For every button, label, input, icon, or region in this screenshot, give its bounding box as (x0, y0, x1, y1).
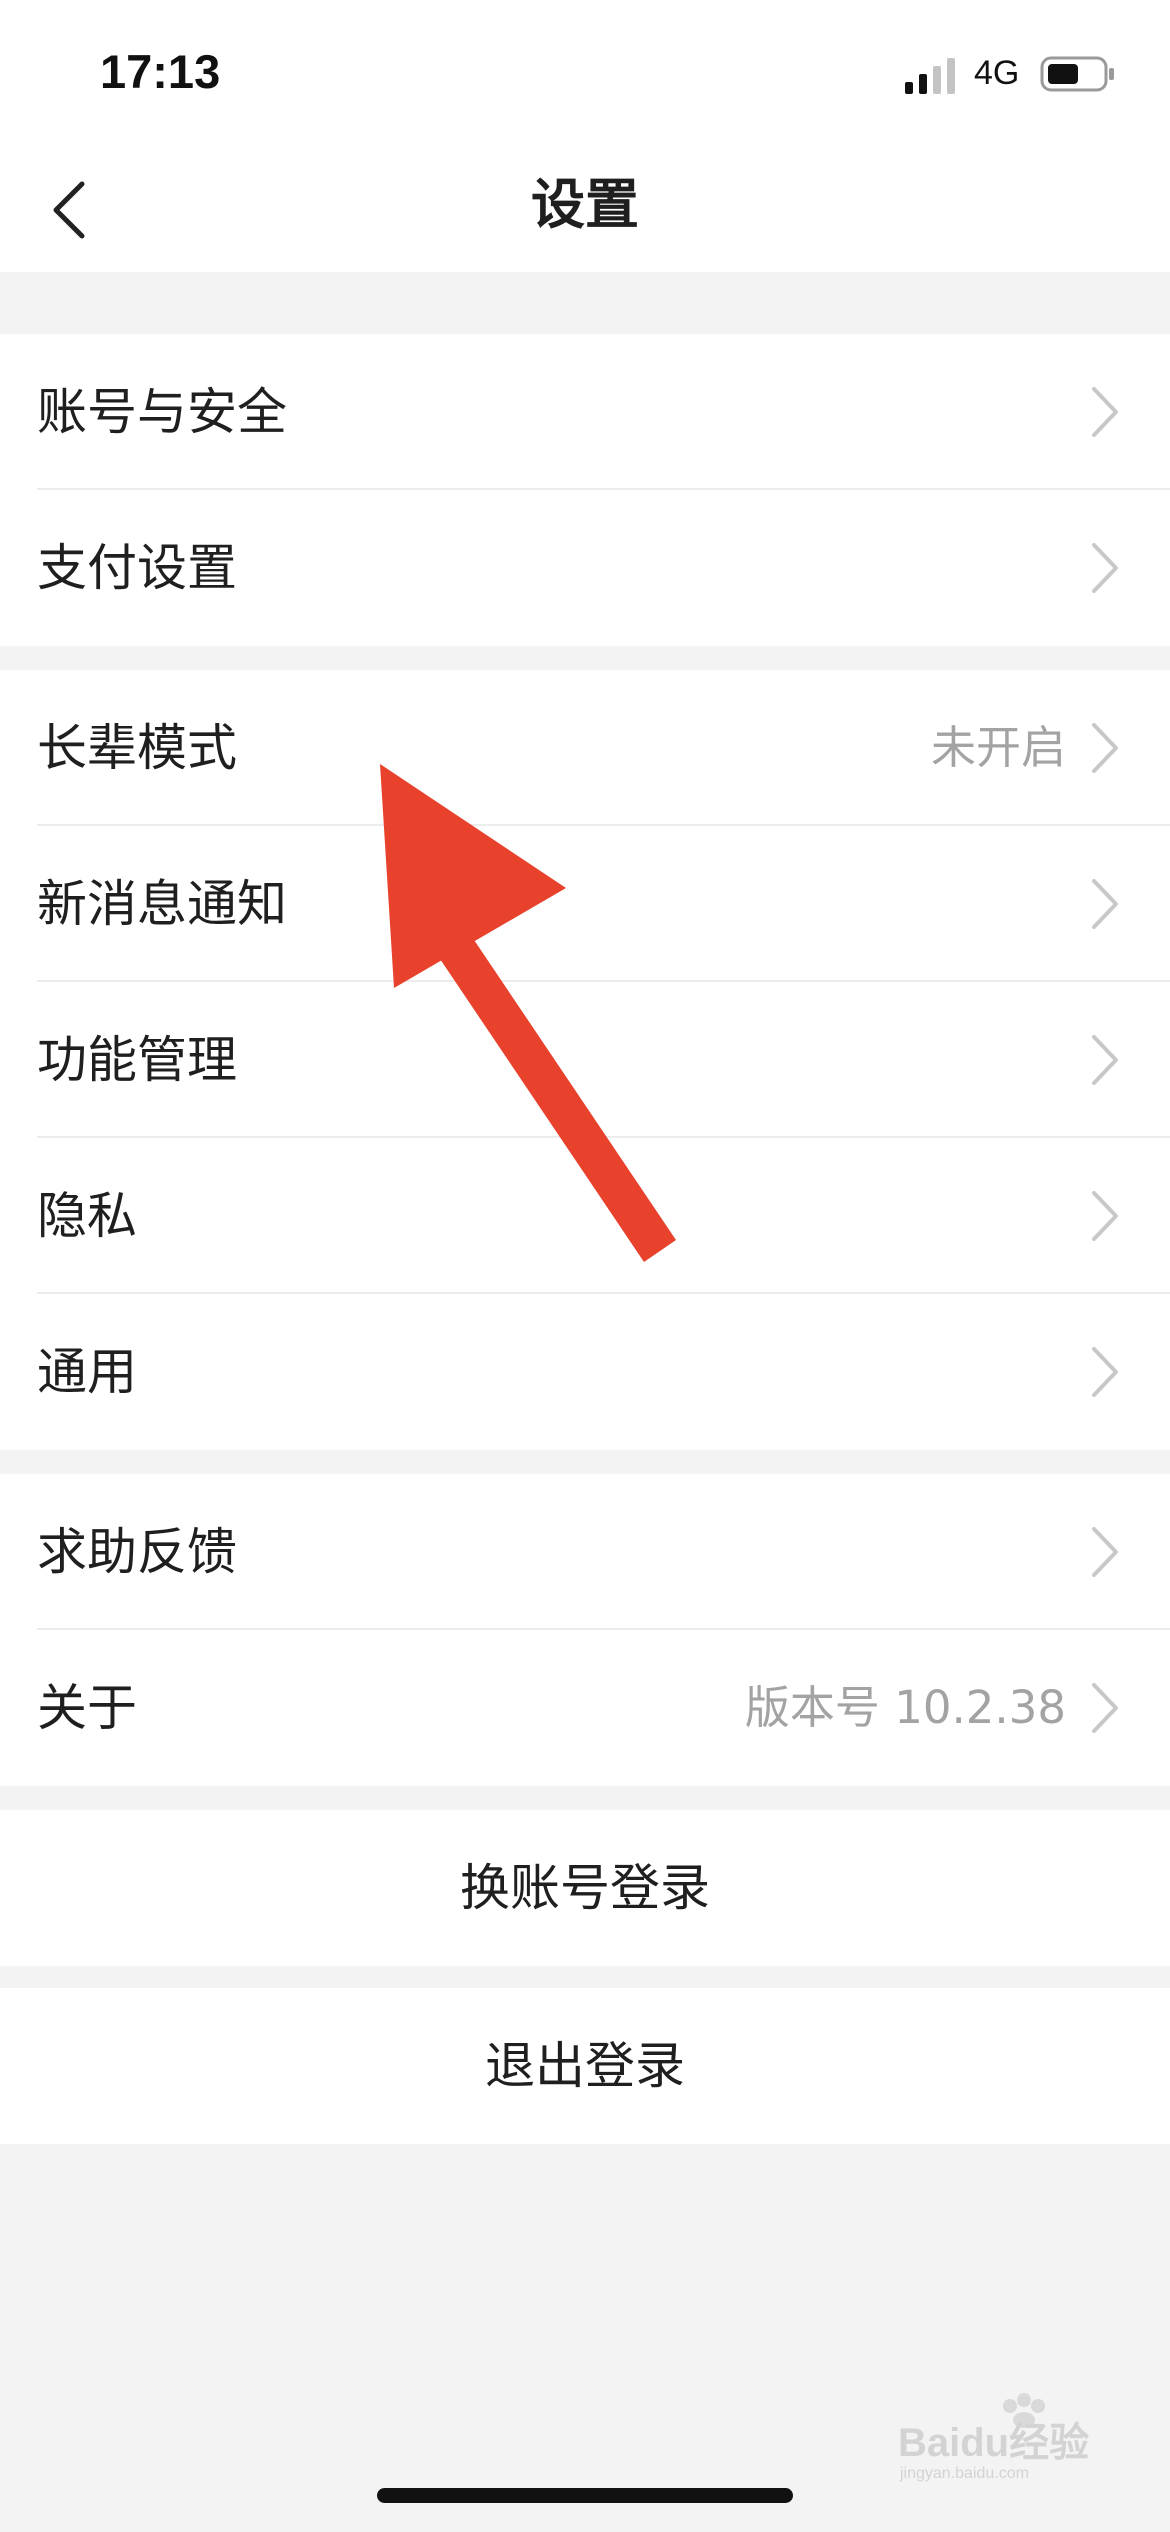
chevron-right-icon (1092, 1035, 1118, 1085)
page-title: 设置 (531, 173, 639, 236)
settings-row-feature-management[interactable]: 功能管理 (0, 982, 1170, 1138)
settings-row-label: 长辈模式 (37, 719, 237, 777)
settings-row-label: 求助反馈 (37, 1523, 237, 1581)
network-label: 4G (974, 54, 1020, 92)
home-indicator[interactable] (377, 2488, 793, 2503)
settings-row-account-security[interactable]: 账号与安全 (0, 334, 1170, 490)
settings-row-label: 支付设置 (37, 539, 237, 597)
settings-row-privacy[interactable]: 隐私 (0, 1138, 1170, 1294)
chevron-right-icon (1092, 1347, 1118, 1397)
chevron-right-icon (1092, 543, 1118, 593)
settings-row-label: 通用 (37, 1343, 137, 1401)
version-number: 版本号 10.2.38 (744, 1681, 1066, 1734)
logout-button[interactable]: 退出登录 (0, 1988, 1170, 2144)
status-time: 17:13 (100, 45, 221, 98)
elder-mode-status: 未开启 (930, 721, 1066, 774)
battery-icon (1040, 56, 1114, 92)
settings-row-notifications[interactable]: 新消息通知 (0, 826, 1170, 982)
settings-row-label: 新消息通知 (37, 875, 287, 933)
chevron-right-icon (1092, 1683, 1118, 1733)
settings-group-help: 求助反馈 关于 版本号 10.2.38 (0, 1474, 1170, 1786)
settings-row-help-feedback[interactable]: 求助反馈 (0, 1474, 1170, 1630)
settings-row-elder-mode[interactable]: 长辈模式 未开启 (0, 670, 1170, 826)
settings-group-general: 长辈模式 未开启 新消息通知 功能管理 隐私 通用 (0, 670, 1170, 1450)
nav-bar: 设置 (0, 140, 1170, 272)
chevron-right-icon (1092, 879, 1118, 929)
baidu-watermark: Baidu经验 jingyan.baidu.com (898, 2393, 1089, 2482)
settings-row-payment[interactable]: 支付设置 (0, 490, 1170, 646)
watermark-text: Baidu经验 (898, 2421, 1089, 2465)
chevron-right-icon (1092, 1527, 1118, 1577)
settings-row-label: 账号与安全 (37, 383, 287, 441)
settings-group-account: 账号与安全 支付设置 (0, 334, 1170, 646)
settings-row-label: 关于 (37, 1679, 137, 1737)
chevron-right-icon (1092, 1191, 1118, 1241)
settings-row-about[interactable]: 关于 版本号 10.2.38 (0, 1630, 1170, 1786)
switch-account-button[interactable]: 换账号登录 (0, 1810, 1170, 1966)
signal-bars-icon (905, 58, 955, 94)
chevron-right-icon (1092, 723, 1118, 773)
status-bar: 17:13 4G (0, 0, 1170, 140)
watermark-subtext: jingyan.baidu.com (899, 2465, 1029, 2482)
chevron-right-icon (1092, 387, 1118, 437)
settings-row-label: 功能管理 (37, 1031, 237, 1089)
settings-row-general[interactable]: 通用 (0, 1294, 1170, 1450)
settings-row-label: 隐私 (37, 1187, 137, 1245)
